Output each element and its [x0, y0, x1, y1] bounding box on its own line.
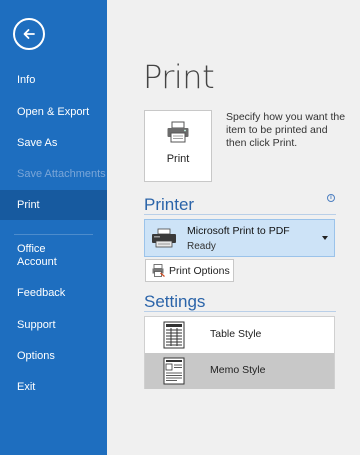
style-item-table[interactable]: Table Style — [145, 317, 334, 353]
printer-heading: Printer — [144, 195, 195, 214]
print-options-label: Print Options — [169, 264, 230, 277]
sidebar-item-exit[interactable]: Exit — [0, 372, 107, 403]
backstage-sidebar: Info Open & Export Save As Save Attachme… — [0, 0, 107, 455]
sidebar-nav: Info Open & Export Save As Save Attachme… — [0, 64, 107, 403]
style-item-label: Memo Style — [210, 364, 266, 376]
print-description: Specify how you want the item to be prin… — [226, 111, 346, 149]
sidebar-item-open-export[interactable]: Open & Export — [0, 96, 107, 128]
style-item-label: Table Style — [210, 328, 262, 340]
printer-icon — [167, 121, 189, 143]
table-style-icon — [163, 321, 185, 349]
sidebar-item-options[interactable]: Options — [0, 341, 107, 372]
pdf-printer-icon — [152, 228, 176, 248]
printer-divider — [144, 214, 336, 215]
settings-divider — [144, 311, 336, 312]
sidebar-item-info[interactable]: Info — [0, 64, 107, 96]
settings-heading: Settings — [144, 292, 206, 311]
print-button-label: Print — [166, 153, 190, 165]
back-button[interactable] — [13, 18, 45, 50]
print-button[interactable]: Print — [144, 110, 212, 182]
sidebar-item-print[interactable]: Print — [0, 190, 107, 220]
printer-dropdown[interactable]: Microsoft Print to PDF Ready — [144, 219, 335, 257]
dropdown-caret-icon — [322, 236, 328, 240]
print-options-icon — [152, 264, 165, 277]
sidebar-item-save-as[interactable]: Save As — [0, 128, 107, 159]
sidebar-item-feedback[interactable]: Feedback — [0, 277, 107, 309]
print-pane: Print Print Specify how you want the ite… — [107, 0, 360, 455]
info-icon[interactable]: i — [327, 194, 335, 202]
sidebar-item-office-account[interactable]: Office Account — [0, 235, 107, 277]
print-style-list: Table Style Memo Style — [144, 316, 335, 389]
memo-style-icon — [163, 357, 185, 385]
style-item-memo[interactable]: Memo Style — [145, 353, 334, 389]
page-title: Print — [143, 58, 215, 96]
printer-name: Microsoft Print to PDF — [187, 225, 290, 237]
print-options-button[interactable]: Print Options — [145, 259, 234, 282]
printer-status: Ready — [187, 241, 216, 252]
sidebar-item-save-attachments: Save Attachments — [17, 168, 106, 180]
back-arrow-icon — [23, 29, 35, 39]
sidebar-item-support[interactable]: Support — [0, 309, 107, 341]
